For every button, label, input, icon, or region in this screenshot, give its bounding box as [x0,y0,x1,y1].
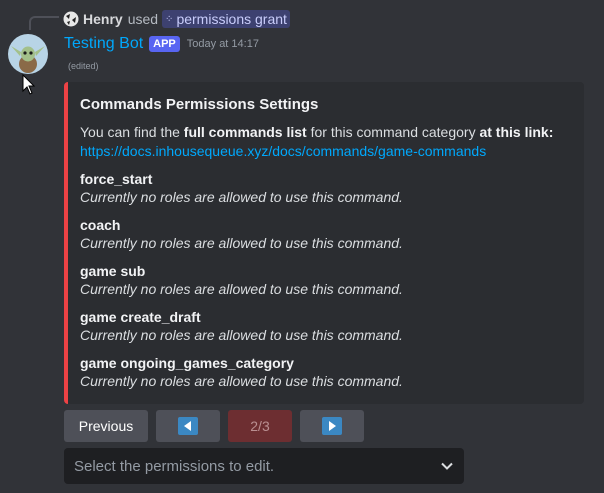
page-indicator-button[interactable]: 2/3 [228,410,292,442]
embed-field: game create_draft Currently no roles are… [80,308,568,345]
field-value: Currently no roles are allowed to use th… [80,281,403,297]
description-text-mid: for this command category [306,124,480,140]
message-header: Testing Bot APP Today at 14:17 [64,35,259,53]
page-forward-button[interactable] [300,410,364,442]
description-bold-link: at this link: [479,124,554,140]
previous-button[interactable]: Previous [64,410,148,442]
field-value: Currently no roles are allowed to use th… [80,373,403,389]
field-value: Currently no roles are allowed to use th… [80,235,403,251]
description-bold-commands: full commands list [183,124,307,140]
embed-field: coach Currently no roles are allowed to … [80,216,568,253]
embed-field: game sub Currently no roles are allowed … [80,262,568,299]
henry-avatar-icon[interactable] [63,11,79,27]
author-name[interactable]: Testing Bot [64,35,143,53]
field-name: force_start [80,171,153,187]
select-placeholder: Select the permissions to edit. [74,457,275,475]
reply-reference[interactable]: Henry used ⁘ permissions grant [63,10,290,28]
permissions-embed: Commands Permissions Settings You can fi… [64,82,584,404]
field-name: game ongoing_games_category [80,355,294,371]
pagination-buttons: Previous 2/3 [64,410,364,442]
field-name: game create_draft [80,309,201,325]
right-arrow-icon [322,417,342,435]
mouse-cursor-icon [22,74,36,95]
app-badge: APP [149,36,180,52]
embed-title: Commands Permissions Settings [80,96,319,113]
embed-field: force_start Currently no roles are allow… [80,170,568,207]
permissions-select[interactable]: Select the permissions to edit. [64,448,464,484]
page-back-button[interactable] [156,410,220,442]
description-text: You can find the [80,124,184,140]
message-timestamp: Today at 14:17 [186,38,259,50]
reply-connector [29,16,59,30]
command-mention[interactable]: ⁘ permissions grant [162,10,290,28]
field-name: game sub [80,263,146,279]
docs-link[interactable]: https://docs.inhousequeue.xyz/docs/comma… [80,142,568,161]
embed-field: game ongoing_games_category Currently no… [80,354,568,391]
reply-username[interactable]: Henry [83,11,123,27]
chevron-down-icon [441,462,453,470]
slash-command-icon: ⁘ [165,13,174,25]
edited-label: (edited) [68,61,99,71]
field-value: Currently no roles are allowed to use th… [80,189,403,205]
reply-used-text: used [127,11,159,27]
bot-avatar[interactable] [8,34,48,74]
left-arrow-icon [178,417,198,435]
grogu-avatar-icon [8,34,48,74]
field-value: Currently no roles are allowed to use th… [80,327,403,343]
command-name: permissions grant [176,11,287,27]
embed-description: You can find the full commands list for … [80,123,568,142]
field-name: coach [80,217,121,233]
